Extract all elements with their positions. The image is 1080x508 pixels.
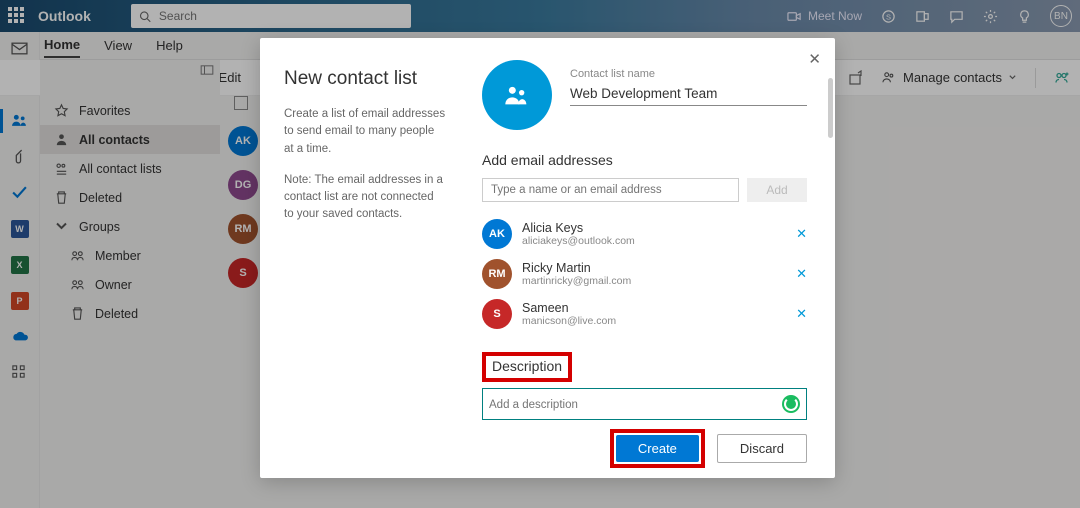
create-button-highlight: Create (610, 429, 705, 468)
contact-list-name-input[interactable] (570, 82, 807, 106)
modal-desc-1: Create a list of email addresses to send… (284, 106, 446, 158)
member-row: RM Ricky Martinmartinricky@gmail.com ✕ (482, 254, 807, 294)
member-info: Ricky Martinmartinricky@gmail.com (522, 261, 786, 287)
grammarly-icon[interactable] (782, 395, 800, 413)
modal-form-pane: ✕ Contact list name Add email addresses … (470, 38, 835, 478)
group-avatar-icon (482, 60, 552, 130)
modal-footer: Create Discard (610, 429, 807, 468)
modal-desc-2: Note: The email addresses in a contact l… (284, 172, 446, 224)
contact-list-name-label: Contact list name (570, 68, 655, 80)
member-name: Ricky Martin (522, 261, 786, 275)
member-email: aliciakeys@outlook.com (522, 235, 786, 247)
add-button: Add (747, 178, 807, 202)
member-avatar: RM (482, 259, 512, 289)
scrollbar[interactable] (828, 78, 833, 138)
create-button[interactable]: Create (616, 435, 699, 462)
description-input[interactable] (489, 399, 800, 411)
member-name: Alicia Keys (522, 221, 786, 235)
member-email: martinricky@gmail.com (522, 275, 786, 287)
add-emails-heading: Add email addresses (482, 152, 807, 168)
new-contact-list-modal: New contact list Create a list of email … (260, 38, 835, 478)
member-avatar: AK (482, 219, 512, 249)
member-row: AK Alicia Keysaliciakeys@outlook.com ✕ (482, 214, 807, 254)
remove-member-icon[interactable]: ✕ (796, 306, 807, 322)
modal-title: New contact list (284, 68, 446, 90)
member-info: Sameenmanicson@live.com (522, 301, 786, 327)
close-icon[interactable]: ✕ (808, 50, 821, 68)
member-info: Alicia Keysaliciakeys@outlook.com (522, 221, 786, 247)
email-input[interactable] (482, 178, 739, 202)
member-name: Sameen (522, 301, 786, 315)
member-avatar: S (482, 299, 512, 329)
modal-info-pane: New contact list Create a list of email … (260, 38, 470, 478)
remove-member-icon[interactable]: ✕ (796, 226, 807, 242)
remove-member-icon[interactable]: ✕ (796, 266, 807, 282)
description-heading-highlight: Description (482, 352, 572, 382)
description-heading: Description (492, 358, 562, 374)
description-input-wrap (482, 388, 807, 420)
discard-button[interactable]: Discard (717, 434, 807, 463)
member-email: manicson@live.com (522, 315, 786, 327)
member-row: S Sameenmanicson@live.com ✕ (482, 294, 807, 334)
